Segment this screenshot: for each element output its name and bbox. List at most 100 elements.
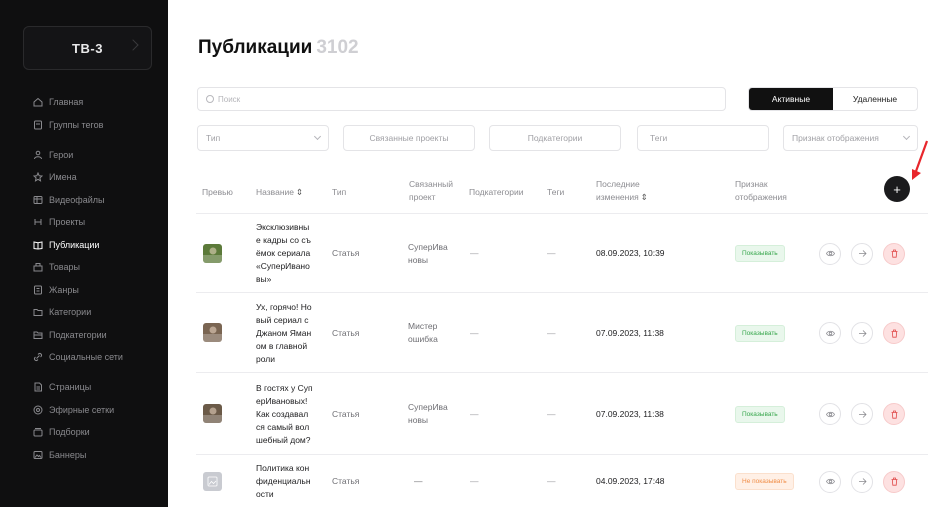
open-button[interactable] (851, 403, 873, 425)
page-title-text: Публикации (198, 37, 313, 58)
sidebar-item[interactable]: Главная (0, 92, 168, 112)
sidebar-item[interactable]: Жанры (0, 280, 168, 300)
sidebar-item[interactable]: Герои (0, 145, 168, 165)
projects-filter[interactable]: Связанные проекты (343, 125, 475, 151)
display-status-badge: Не показывать (735, 473, 794, 490)
sidebar-group: Страницы Эфирные сетки Подборки Баннеры (0, 377, 168, 465)
sidebar-item[interactable]: Подборки (0, 422, 168, 442)
subcategories-filter[interactable]: Подкатегории (489, 125, 621, 151)
table-row[interactable]: Ух, горячо! Но вый сериал с Джаном Яман ом … (196, 292, 928, 372)
display-filter[interactable]: Признак отображения (783, 125, 918, 151)
folder-icon (33, 307, 43, 317)
type-filter-label: Тип (206, 133, 221, 143)
table-row[interactable]: Эксклюзивны е кадры со съ ёмок сериала «Суп… (196, 213, 928, 292)
sidebar-item-label: Жанры (49, 284, 79, 295)
chevron-down-icon (902, 132, 911, 141)
publication-title-line: вый сериал с (256, 314, 309, 325)
trash-icon (890, 329, 899, 338)
sidebar-item[interactable]: Эфирные сетки (0, 400, 168, 420)
sidebar-item[interactable]: Подкатегории (0, 325, 168, 345)
subfolder-icon (33, 330, 43, 340)
header-changed-line2: изменения ⇕ (596, 191, 648, 204)
header-project-line1: Связанный (409, 179, 454, 189)
project-switcher[interactable]: ТВ-3 (23, 26, 152, 70)
eye-icon (825, 477, 835, 486)
type-filter[interactable]: Тип (197, 125, 329, 151)
chevron-down-icon (313, 132, 322, 141)
sidebar-item[interactable]: Социальные сети (0, 347, 168, 367)
publication-title-line: ости (256, 489, 274, 499)
view-button[interactable] (819, 322, 841, 344)
sidebar-item[interactable]: Страницы (0, 377, 168, 397)
add-publication-button[interactable]: + (884, 176, 910, 202)
sidebar-item-label: Баннеры (49, 449, 87, 460)
tab-active[interactable]: Активные (749, 88, 833, 110)
sidebar-item[interactable]: Видеофайлы (0, 190, 168, 210)
publication-title-line: Эксклюзивны (256, 222, 310, 232)
tab-deleted[interactable]: Удаленные (833, 88, 917, 110)
projects-icon (33, 217, 43, 227)
sidebar-item[interactable]: Группы тегов (0, 115, 168, 135)
link-icon (33, 352, 43, 362)
open-button[interactable] (851, 322, 873, 344)
sidebar-item[interactable]: Публикации (0, 235, 168, 255)
tags-value: — (547, 327, 556, 338)
header-changed[interactable]: Последние изменения ⇕ (596, 178, 648, 204)
sidebar-item[interactable]: Баннеры (0, 445, 168, 465)
changed-date: 08.09.2023, 10:39 (596, 248, 665, 258)
status-tabs: Активные Удаленные (748, 87, 918, 111)
open-button[interactable] (851, 242, 873, 265)
publication-title[interactable]: В гостях у Суп ерИвановых! Как создавал ся … (256, 382, 326, 447)
heroes-icon (33, 150, 43, 160)
publication-title-line: Джаном Яман (256, 327, 312, 338)
view-button[interactable] (819, 470, 841, 493)
tags-filter[interactable]: Теги (637, 125, 769, 151)
publication-title-line: вы» (256, 274, 272, 284)
subcategories-value: — (470, 327, 479, 338)
image-placeholder-icon (203, 471, 222, 491)
publication-title-line: Политика кон (256, 463, 310, 473)
delete-button[interactable] (883, 322, 905, 344)
main-content: Публикации3102 Активные Удаленные Тип Св… (168, 0, 928, 507)
publication-title[interactable]: Эксклюзивны е кадры со съ ёмок сериала «Суп… (256, 221, 326, 286)
sort-icon: ⇕ (640, 192, 648, 202)
sidebar-item[interactable]: Категории (0, 302, 168, 322)
publication-title[interactable]: Ух, горячо! Но вый сериал с Джаном Яман ом … (256, 301, 326, 366)
trash-icon (890, 410, 899, 419)
table-row[interactable]: Политика кон фиденциальн ости Статья — — — 04.0… (196, 454, 928, 507)
delete-button[interactable] (883, 242, 905, 265)
preview-thumbnail (203, 404, 222, 423)
linked-project-line: СуперИва (408, 402, 448, 412)
sidebar-item[interactable]: Имена (0, 167, 168, 187)
publication-title[interactable]: Политика кон фиденциальн ости (256, 462, 326, 501)
publication-title-line: ёмок сериала (256, 248, 311, 258)
trash-icon (890, 249, 899, 258)
publication-type: Статья (332, 248, 360, 258)
header-name[interactable]: Название ⇕ (256, 186, 303, 199)
sidebar-item-label: Главная (49, 97, 84, 107)
view-button[interactable] (819, 403, 841, 425)
table-row[interactable]: В гостях у Суп ерИвановых! Как создавал ся … (196, 372, 928, 454)
projects-filter-label: Связанные проекты (369, 133, 449, 143)
sidebar-item[interactable]: Проекты (0, 212, 168, 232)
header-preview: Превью (202, 187, 233, 197)
publication-type: Статья (332, 476, 360, 486)
annotation-arrow-icon (912, 140, 928, 180)
linked-project: СуперИва новы (408, 401, 448, 427)
header-name-label: Название (256, 187, 294, 197)
header-display-line2: отображения (735, 192, 787, 202)
header-project: Связанный проект (409, 178, 453, 204)
delete-button[interactable] (883, 470, 905, 493)
star-icon (33, 172, 43, 182)
view-button[interactable] (819, 242, 841, 265)
search-input[interactable] (218, 94, 698, 104)
open-button[interactable] (851, 470, 873, 493)
display-filter-label: Признак отображения (792, 133, 879, 143)
delete-button[interactable] (883, 403, 905, 425)
subcategories-value: — (470, 408, 479, 419)
trash-icon (890, 477, 899, 486)
sidebar-item-label: Товары (49, 262, 80, 272)
linked-project-line: новы (408, 254, 429, 265)
linked-project-line: Мистер (408, 321, 438, 331)
sidebar-item[interactable]: Товары (0, 257, 168, 277)
